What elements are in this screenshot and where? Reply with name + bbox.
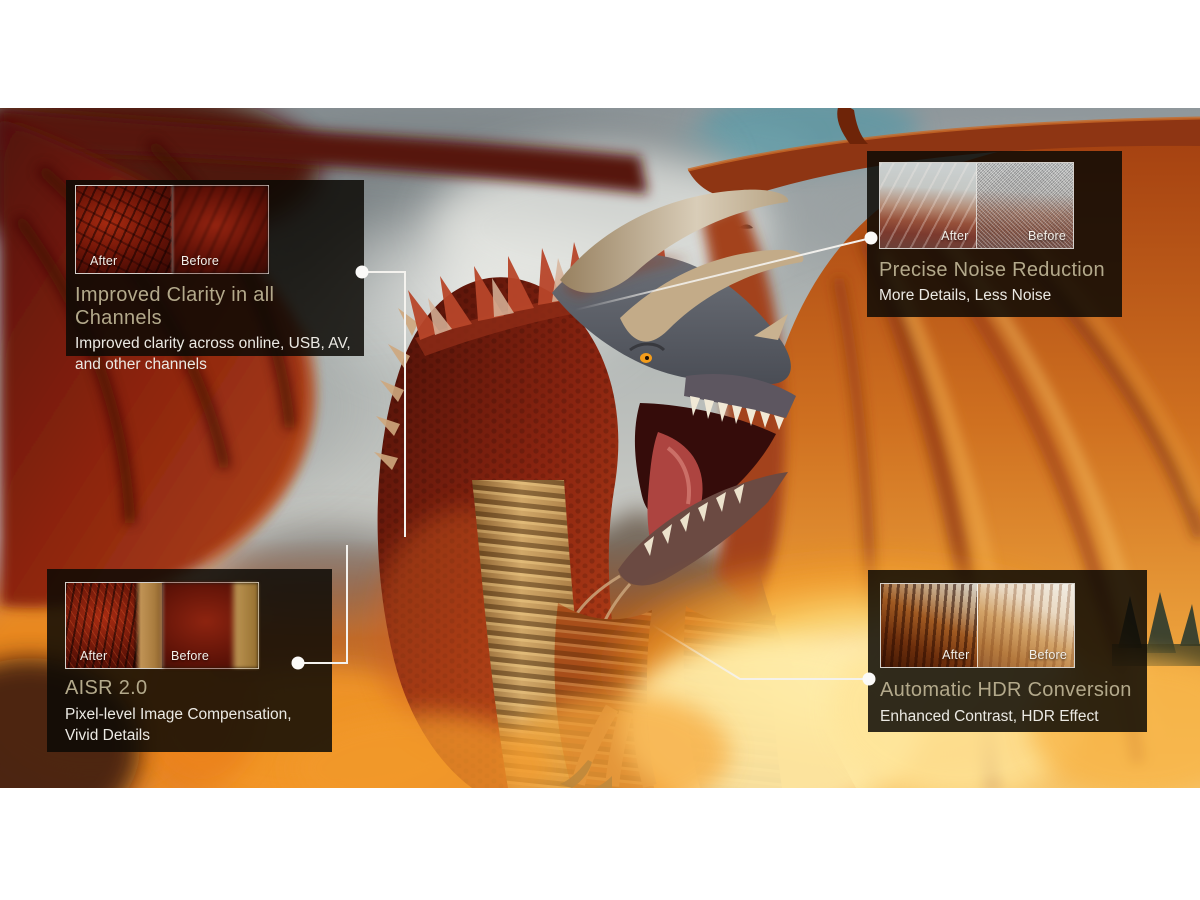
dragon-scene: After Before Improved Clarity in all Cha… bbox=[0, 108, 1200, 788]
feature-promo-image: After Before Improved Clarity in all Cha… bbox=[0, 0, 1200, 900]
before-label: Before bbox=[181, 254, 219, 268]
callout-subtitle: Pixel-level Image Compensation, Vivid De… bbox=[65, 705, 317, 747]
before-label: Before bbox=[171, 649, 209, 663]
callout-title: Improved Clarity in all Channels bbox=[75, 284, 364, 330]
callout-aisr: After Before AISR 2.0 Pixel-level Image … bbox=[47, 569, 332, 752]
after-label: After bbox=[80, 649, 107, 663]
before-after-comparison-hdr: After Before bbox=[880, 583, 1075, 668]
callout-title: AISR 2.0 bbox=[65, 677, 332, 700]
callout-title: Automatic HDR Conversion bbox=[880, 679, 1147, 702]
before-after-comparison-aisr: After Before bbox=[65, 582, 259, 669]
before-label: Before bbox=[1029, 648, 1067, 662]
before-after-comparison-noise: After Before bbox=[879, 162, 1074, 249]
callout-hdr-conversion: After Before Automatic HDR Conversion En… bbox=[868, 570, 1147, 732]
callout-subtitle: Improved clarity across online, USB, AV,… bbox=[75, 334, 361, 376]
callout-title: Precise Noise Reduction bbox=[879, 259, 1122, 282]
callout-noise-reduction: After Before Precise Noise Reduction Mor… bbox=[867, 151, 1122, 317]
callout-subtitle: More Details, Less Noise bbox=[879, 286, 1109, 307]
callout-improved-clarity: After Before Improved Clarity in all Cha… bbox=[66, 180, 364, 356]
after-label: After bbox=[942, 648, 969, 662]
callout-subtitle: Enhanced Contrast, HDR Effect bbox=[880, 707, 1135, 728]
before-after-comparison-clarity: After Before bbox=[75, 185, 269, 274]
after-label: After bbox=[941, 229, 968, 243]
before-label: Before bbox=[1028, 229, 1066, 243]
after-label: After bbox=[90, 254, 117, 268]
